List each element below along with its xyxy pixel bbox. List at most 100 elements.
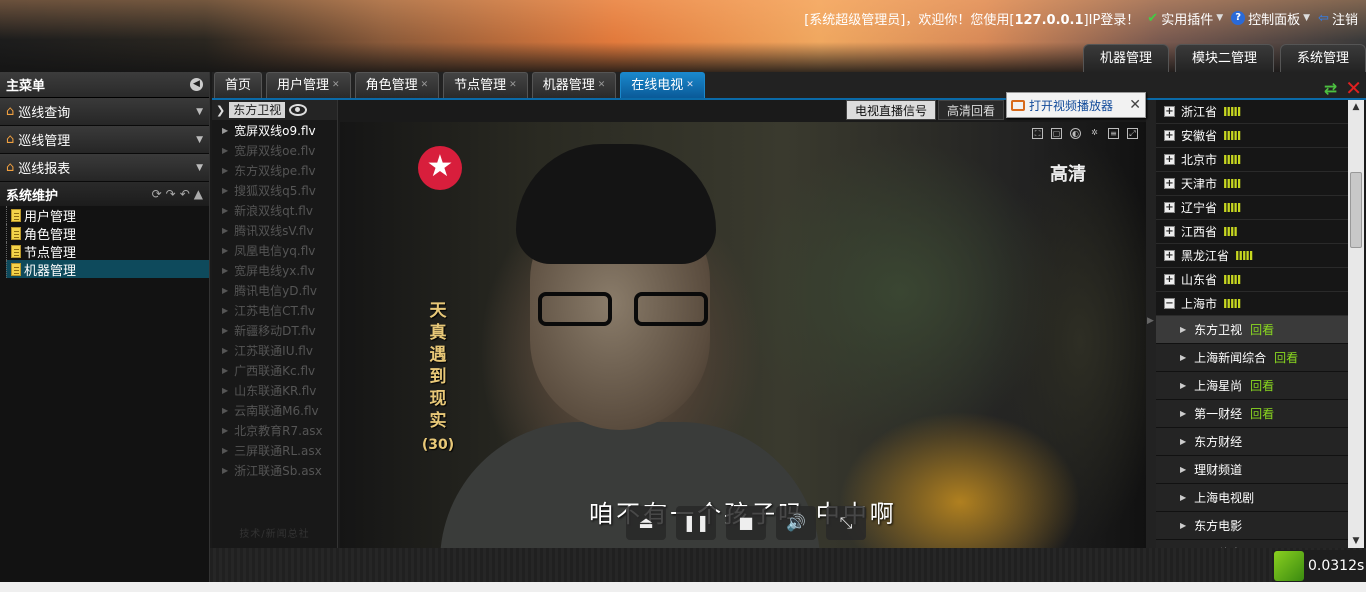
close-icon[interactable]: ✕ — [509, 73, 517, 98]
collapse-icon[interactable]: − — [1164, 298, 1175, 309]
tree-item-users[interactable]: 用户管理 — [6, 206, 209, 225]
logout-link[interactable]: ⇦ 注销 — [1318, 9, 1358, 28]
channel-item[interactable]: ▶ 山东联通KR.flv — [212, 380, 337, 400]
replay-link[interactable]: 回看 — [1250, 321, 1274, 338]
close-icon[interactable]: ✕ — [332, 73, 340, 98]
module-tab-system[interactable]: 系统管理 — [1279, 44, 1366, 72]
scroll-down-icon[interactable]: ▼ — [1348, 534, 1364, 548]
expand-icon[interactable]: ⤢ — [1127, 128, 1138, 139]
source-tab-replay[interactable]: 高清回看 — [938, 100, 1005, 120]
sidebar-section-system[interactable]: 系统维护 ⟳ ↷ ↶ ▲ — [0, 182, 209, 206]
channel-item[interactable]: ▶ 新浪双线qt.flv — [212, 200, 337, 220]
scroll-up-icon[interactable]: ▲ — [1348, 100, 1364, 114]
province-item[interactable]: + 江西省 IIII — [1156, 220, 1348, 244]
channel-item[interactable]: ▶ 腾讯电信yD.flv — [212, 280, 337, 300]
panel-splitter[interactable]: ▶ — [1146, 100, 1156, 548]
volume-icon[interactable]: 🔊 — [776, 506, 816, 540]
channel-item[interactable]: ▶ 宽屏电线yx.flv — [212, 260, 337, 280]
chevron-right-icon[interactable]: ❯ — [216, 104, 225, 117]
scroll-thumb[interactable] — [1350, 172, 1362, 248]
province-item[interactable]: + 黑龙江省 IIIII — [1156, 244, 1348, 268]
contrast-icon[interactable]: ◐ — [1070, 128, 1081, 139]
replay-link[interactable]: 回看 — [1274, 349, 1298, 366]
channel-item[interactable]: ▶ 江苏联通IU.flv — [212, 340, 337, 360]
expand-icon[interactable]: + — [1164, 274, 1175, 285]
close-icon[interactable]: ✕ — [686, 73, 694, 98]
expand-icon[interactable]: + — [1164, 202, 1175, 213]
tv-channel-item[interactable]: ▶ 上海电视剧 — [1156, 484, 1348, 512]
channel-item[interactable]: ▶ 腾讯双线sV.flv — [212, 220, 337, 240]
eye-icon[interactable] — [289, 104, 308, 116]
module-tab-machine[interactable]: 机器管理 — [1082, 44, 1169, 72]
pause-icon[interactable]: ❚❚ — [676, 506, 716, 540]
province-item[interactable]: + 北京市 IIIII — [1156, 148, 1348, 172]
tab-users[interactable]: 用户管理 ✕ — [266, 72, 351, 98]
source-tab-live[interactable]: 电视直播信号 — [846, 100, 937, 120]
close-icon[interactable]: ✕ — [598, 73, 606, 98]
stop-icon[interactable]: ■ — [726, 506, 766, 540]
close-icon[interactable]: ✕ — [1129, 97, 1141, 113]
province-item[interactable]: + 辽宁省 IIIII — [1156, 196, 1348, 220]
tab-home[interactable]: 首页 — [214, 72, 263, 98]
sidebar-section-manage[interactable]: ⌂ 巡线管理 ▼ — [0, 126, 209, 154]
tv-channel-item[interactable]: ▶五星体育 — [1156, 540, 1348, 548]
channel-item[interactable]: ▶ 江苏电信CT.flv — [212, 300, 337, 320]
tab-roles[interactable]: 角色管理 ✕ — [354, 72, 440, 98]
channel-item[interactable]: ▶ 广西联通Kc.flv — [212, 360, 337, 380]
tv-channel-item[interactable]: ▶ 理财频道 — [1156, 456, 1348, 484]
fullscreen-icon[interactable]: ⛶ — [1032, 128, 1043, 139]
channel-item[interactable]: ▶ 宽屏双线oe.flv — [212, 140, 337, 160]
expand-icon[interactable]: + — [1164, 106, 1175, 117]
fullscreen-icon[interactable]: ⤡ — [826, 506, 866, 540]
tv-channel-item[interactable]: ▶ 东方电影 — [1156, 512, 1348, 540]
tab-machines[interactable]: 机器管理 ✕ — [531, 72, 617, 98]
tv-channel-item[interactable]: ▶ 东方卫视 回看 — [1156, 316, 1348, 344]
channel-item[interactable]: ▶ 三屏联通RL.asx — [212, 440, 337, 460]
expand-icon[interactable]: + — [1164, 154, 1175, 165]
close-all-icon[interactable]: ✕ — [1345, 76, 1362, 100]
open-player-popup[interactable]: 打开视频播放器 ✕ — [1006, 92, 1146, 118]
menu-icon[interactable]: ≡ — [1108, 128, 1119, 139]
eject-icon[interactable]: ⏏ — [626, 506, 666, 540]
province-item[interactable]: + 天津市 IIIII — [1156, 172, 1348, 196]
expand-icon[interactable]: + — [1164, 178, 1175, 189]
channel-item[interactable]: ▶ 新疆移动DT.flv — [212, 320, 337, 340]
tab-online-tv[interactable]: 在线电视 ✕ — [620, 72, 705, 98]
tv-channel-item[interactable]: ▶ 上海新闻综合 回看 — [1156, 344, 1348, 372]
settings-icon[interactable]: ✲ — [1089, 128, 1100, 139]
channel-item[interactable]: ▶ 宽屏双线o9.flv — [212, 120, 337, 140]
replay-link[interactable]: 回看 — [1250, 405, 1274, 422]
channel-item[interactable]: ▶ 搜狐双线q5.flv — [212, 180, 337, 200]
sidebar-section-query[interactable]: ⌂ 巡线查询 ▼ — [0, 98, 209, 126]
screen-icon[interactable]: ▢ — [1051, 128, 1062, 139]
channel-item[interactable]: ▶ 东方双线pe.flv — [212, 160, 337, 180]
channel-item[interactable]: ▶ 凤凰电信yq.flv — [212, 240, 337, 260]
province-item[interactable]: + 安徽省 IIIII — [1156, 124, 1348, 148]
channel-item[interactable]: ▶ 北京教育R7.asx — [212, 420, 337, 440]
forward-icon[interactable]: ↷ — [166, 187, 176, 201]
expand-icon[interactable]: + — [1164, 226, 1175, 237]
collapse-left-icon[interactable]: ◀ — [190, 78, 203, 91]
chevron-up-icon[interactable]: ▲ — [194, 187, 203, 201]
sidebar-section-report[interactable]: ⌂ 巡线报表 ▼ — [0, 154, 209, 182]
close-icon[interactable]: ✕ — [421, 73, 429, 98]
tree-item-machines[interactable]: 机器管理 — [6, 260, 209, 279]
module-tab-module2[interactable]: 模块二管理 — [1174, 44, 1274, 72]
tv-channel-item[interactable]: ▶ 东方财经 — [1156, 428, 1348, 456]
control-panel-menu[interactable]: ? 控制面板 ▼ — [1231, 9, 1310, 28]
province-scrollbar[interactable]: ▲ ▼ — [1348, 100, 1364, 548]
province-item[interactable]: + 浙江省 IIIII — [1156, 100, 1348, 124]
expand-icon[interactable]: + — [1164, 250, 1175, 261]
tv-channel-item[interactable]: ▶ 第一财经 回看 — [1156, 400, 1348, 428]
replay-link[interactable]: 回看 — [1250, 377, 1274, 394]
back-icon[interactable]: ↶ — [180, 187, 190, 201]
video-player[interactable]: ★ 高清 天真遇到现实(30) 咱不有一个孩子吗 中中啊 ⛶ ▢ ◐ ✲ ≡ ⤢… — [340, 122, 1146, 548]
tv-channel-item[interactable]: ▶ 上海星尚 回看 — [1156, 372, 1348, 400]
tab-nodes[interactable]: 节点管理 ✕ — [443, 72, 528, 98]
channel-item[interactable]: ▶ 云南联通M6.flv — [212, 400, 337, 420]
province-item[interactable]: − 上海市 IIIII — [1156, 292, 1348, 316]
tree-item-nodes[interactable]: 节点管理 — [6, 242, 209, 261]
tree-item-roles[interactable]: 角色管理 — [6, 224, 209, 243]
plugins-menu[interactable]: ✔ 实用插件 ▼ — [1147, 9, 1223, 28]
channel-item[interactable]: ▶ 浙江联通Sb.asx — [212, 460, 337, 480]
